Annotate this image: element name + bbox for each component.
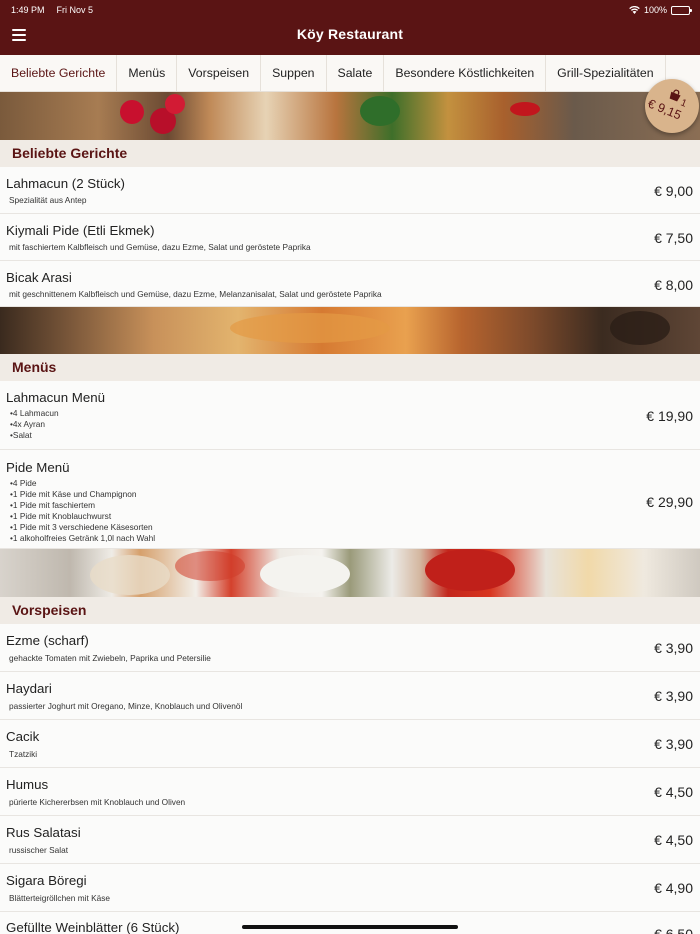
item-name: Humus (6, 777, 49, 792)
item-contents-list: 4 Lahmacun 4x Ayran Salat (10, 408, 59, 441)
item-name: Cacik (6, 729, 40, 744)
item-description: gehackte Tomaten mit Zwiebeln, Paprika u… (9, 653, 211, 663)
menu-item[interactable]: Lahmacun Menü 4 Lahmacun 4x Ayran Salat … (0, 381, 700, 450)
item-contents-list: 4 Pide 1 Pide mit Käse und Champignon 1 … (10, 478, 155, 544)
item-name: Kiymali Pide (Etli Ekmek) (6, 223, 155, 238)
wifi-icon (629, 6, 640, 14)
status-time: 1:49 PM (11, 5, 45, 15)
cart-button[interactable]: 1 € 9,15 (645, 79, 699, 133)
menu-item[interactable]: Pide Menü 4 Pide 1 Pide mit Käse und Cha… (0, 450, 700, 549)
battery-icon (671, 5, 692, 15)
item-name: Sigara Böregi (6, 873, 87, 888)
item-price: € 19,90 (646, 408, 693, 424)
menu-item[interactable]: Haydari passierter Joghurt mit Oregano, … (0, 672, 700, 720)
status-bar: 1:49 PM Fri Nov 5 100% (11, 4, 692, 16)
banner-image-menus (0, 307, 700, 354)
category-tabs: Beliebte Gerichte Menüs Vorspeisen Suppe… (0, 55, 700, 92)
item-description: Blätterteigröllchen mit Käse (9, 893, 110, 903)
item-price: € 9,00 (654, 183, 693, 199)
list-item: 1 Pide mit 3 verschiedene Käsesorten (10, 522, 155, 533)
section-heading-starters: Vorspeisen (0, 597, 700, 624)
item-price: € 3,90 (654, 640, 693, 656)
item-name: Lahmacun Menü (6, 390, 106, 405)
list-item: 4 Pide (10, 478, 155, 489)
menu-item[interactable]: Sigara Böregi Blätterteigröllchen mit Kä… (0, 864, 700, 912)
menu-item[interactable]: Bicak Arasi mit geschnittenem Kalbfleisc… (0, 261, 700, 307)
list-item: 1 Pide mit Knoblauchwurst (10, 511, 155, 522)
item-name: Rus Salatasi (6, 825, 81, 840)
list-item: 1 Pide mit Käse und Champignon (10, 489, 155, 500)
item-description: mit geschnittenem Kalbfleisch und Gemüse… (9, 289, 382, 299)
list-item: 4 Lahmacun (10, 408, 59, 419)
tab-vorspeisen[interactable]: Vorspeisen (177, 55, 262, 91)
item-price: € 8,00 (654, 277, 693, 293)
battery-percent: 100% (643, 5, 667, 15)
list-item: 1 alkoholfreies Getränk 1,0l nach Wahl (10, 533, 155, 544)
menu-item[interactable]: Ezme (scharf) gehackte Tomaten mit Zwieb… (0, 624, 700, 672)
item-price: € 4,90 (654, 880, 693, 896)
item-price: € 7,50 (654, 230, 693, 246)
item-price: € 3,90 (654, 688, 693, 704)
home-indicator[interactable] (242, 925, 458, 929)
menu-item[interactable]: Lahmacun (2 Stück) Spezialität aus Antep… (0, 167, 700, 214)
item-price: € 29,90 (646, 494, 693, 510)
item-description: russischer Salat (9, 845, 69, 855)
menu-item[interactable]: Rus Salatasi russischer Salat € 4,50 (0, 816, 700, 864)
item-name: Haydari (6, 681, 52, 696)
tab-menus[interactable]: Menüs (117, 55, 178, 91)
item-name: Ezme (scharf) (6, 633, 89, 648)
tab-suppen[interactable]: Suppen (261, 55, 327, 91)
item-price: € 4,50 (654, 832, 693, 848)
item-description: Spezialität aus Antep (9, 195, 87, 205)
page-title: Köy Restaurant (296, 26, 404, 42)
item-description: mit faschiertem Kalbfleisch und Gemüse, … (9, 242, 311, 252)
list-item: Salat (10, 430, 59, 441)
list-item: 1 Pide mit faschiertem (10, 500, 155, 511)
menu-item[interactable]: Kiymali Pide (Etli Ekmek) mit faschierte… (0, 214, 700, 261)
item-name: Pide Menü (6, 460, 70, 475)
section-heading-popular: Beliebte Gerichte (0, 140, 700, 167)
item-description: Tzatziki (9, 749, 38, 759)
menu-item[interactable]: Cacik Tzatziki € 3,90 (0, 720, 700, 768)
tab-grill-spezialitaeten[interactable]: Grill-Spezialitäten (546, 55, 666, 91)
item-price: € 6,50 (654, 926, 693, 934)
tab-besondere-koestlichkeiten[interactable]: Besondere Köstlichkeiten (384, 55, 547, 91)
item-name: Gefüllte Weinblätter (6 Stück) (6, 920, 180, 934)
tab-salate[interactable]: Salate (327, 55, 385, 91)
item-description: passierter Joghurt mit Oregano, Minze, K… (9, 701, 243, 711)
section-heading-menus: Menüs (0, 354, 700, 381)
banner-image-popular (0, 92, 700, 140)
app-header: 1:49 PM Fri Nov 5 100% Köy Restaurant (0, 0, 700, 55)
list-item: 4x Ayran (10, 419, 59, 430)
menu-item[interactable]: Humus pürierte Kichererbsen mit Knoblauc… (0, 768, 700, 816)
item-name: Lahmacun (2 Stück) (6, 176, 125, 191)
banner-image-starters (0, 549, 700, 597)
menu-item[interactable]: Gefüllte Weinblätter (6 Stück) € 6,50 (0, 912, 700, 934)
status-date: Fri Nov 5 (56, 5, 94, 15)
item-description: pürierte Kichererbsen mit Knoblauch und … (9, 797, 186, 807)
tab-beliebte-gerichte[interactable]: Beliebte Gerichte (0, 55, 118, 91)
item-price: € 4,50 (654, 784, 693, 800)
item-name: Bicak Arasi (6, 270, 72, 285)
item-price: € 3,90 (654, 736, 693, 752)
